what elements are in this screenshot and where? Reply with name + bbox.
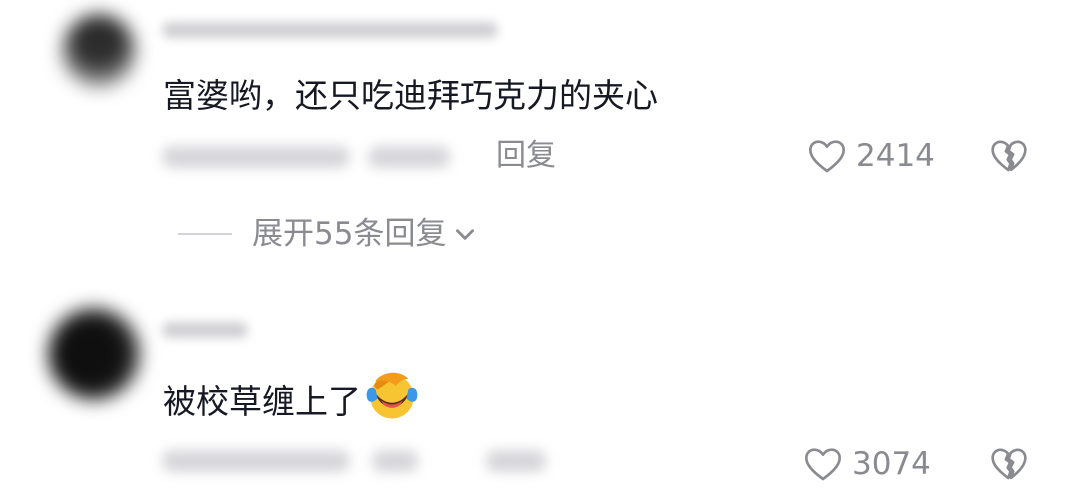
username-redacted[interactable]: [162, 322, 248, 338]
heart-outline-icon: [806, 136, 848, 176]
comment-item-1: 富婆哟，还只吃迪拜巧克力的夹心 回复 2414 展开55条回复: [0, 0, 1080, 252]
username-redacted[interactable]: [162, 22, 498, 38]
reply-button[interactable]: 回复: [496, 138, 556, 174]
face-palm-laughing-emoji: [363, 366, 421, 433]
reply-redacted[interactable]: [486, 450, 546, 472]
comment-text-body: 被校草缠上了: [163, 382, 361, 421]
avatar[interactable]: [62, 14, 136, 88]
like-button[interactable]: 2414: [806, 136, 935, 176]
location-redacted: [372, 450, 418, 472]
comment-meta-redacted: [162, 450, 350, 472]
like-button[interactable]: 3074: [802, 444, 931, 484]
chevron-down-icon: [452, 221, 478, 247]
comment-meta-redacted: [162, 146, 350, 168]
comment-item-2: 被校草缠上了 3074: [0, 290, 1080, 490]
comment-text: 被校草缠上了: [163, 372, 421, 433]
heart-outline-icon: [802, 444, 844, 484]
broken-heart-icon[interactable]: [988, 444, 1030, 484]
comment-text: 富婆哟，还只吃迪拜巧克力的夹心: [163, 76, 658, 115]
expand-replies-label: 展开55条回复: [252, 216, 447, 252]
like-count: 3074: [852, 446, 931, 482]
broken-heart-icon[interactable]: [988, 136, 1030, 176]
expand-divider: [178, 233, 232, 235]
like-count: 2414: [856, 138, 935, 174]
expand-replies-button[interactable]: 展开55条回复: [178, 214, 478, 254]
location-redacted: [368, 146, 450, 168]
avatar[interactable]: [48, 308, 140, 400]
